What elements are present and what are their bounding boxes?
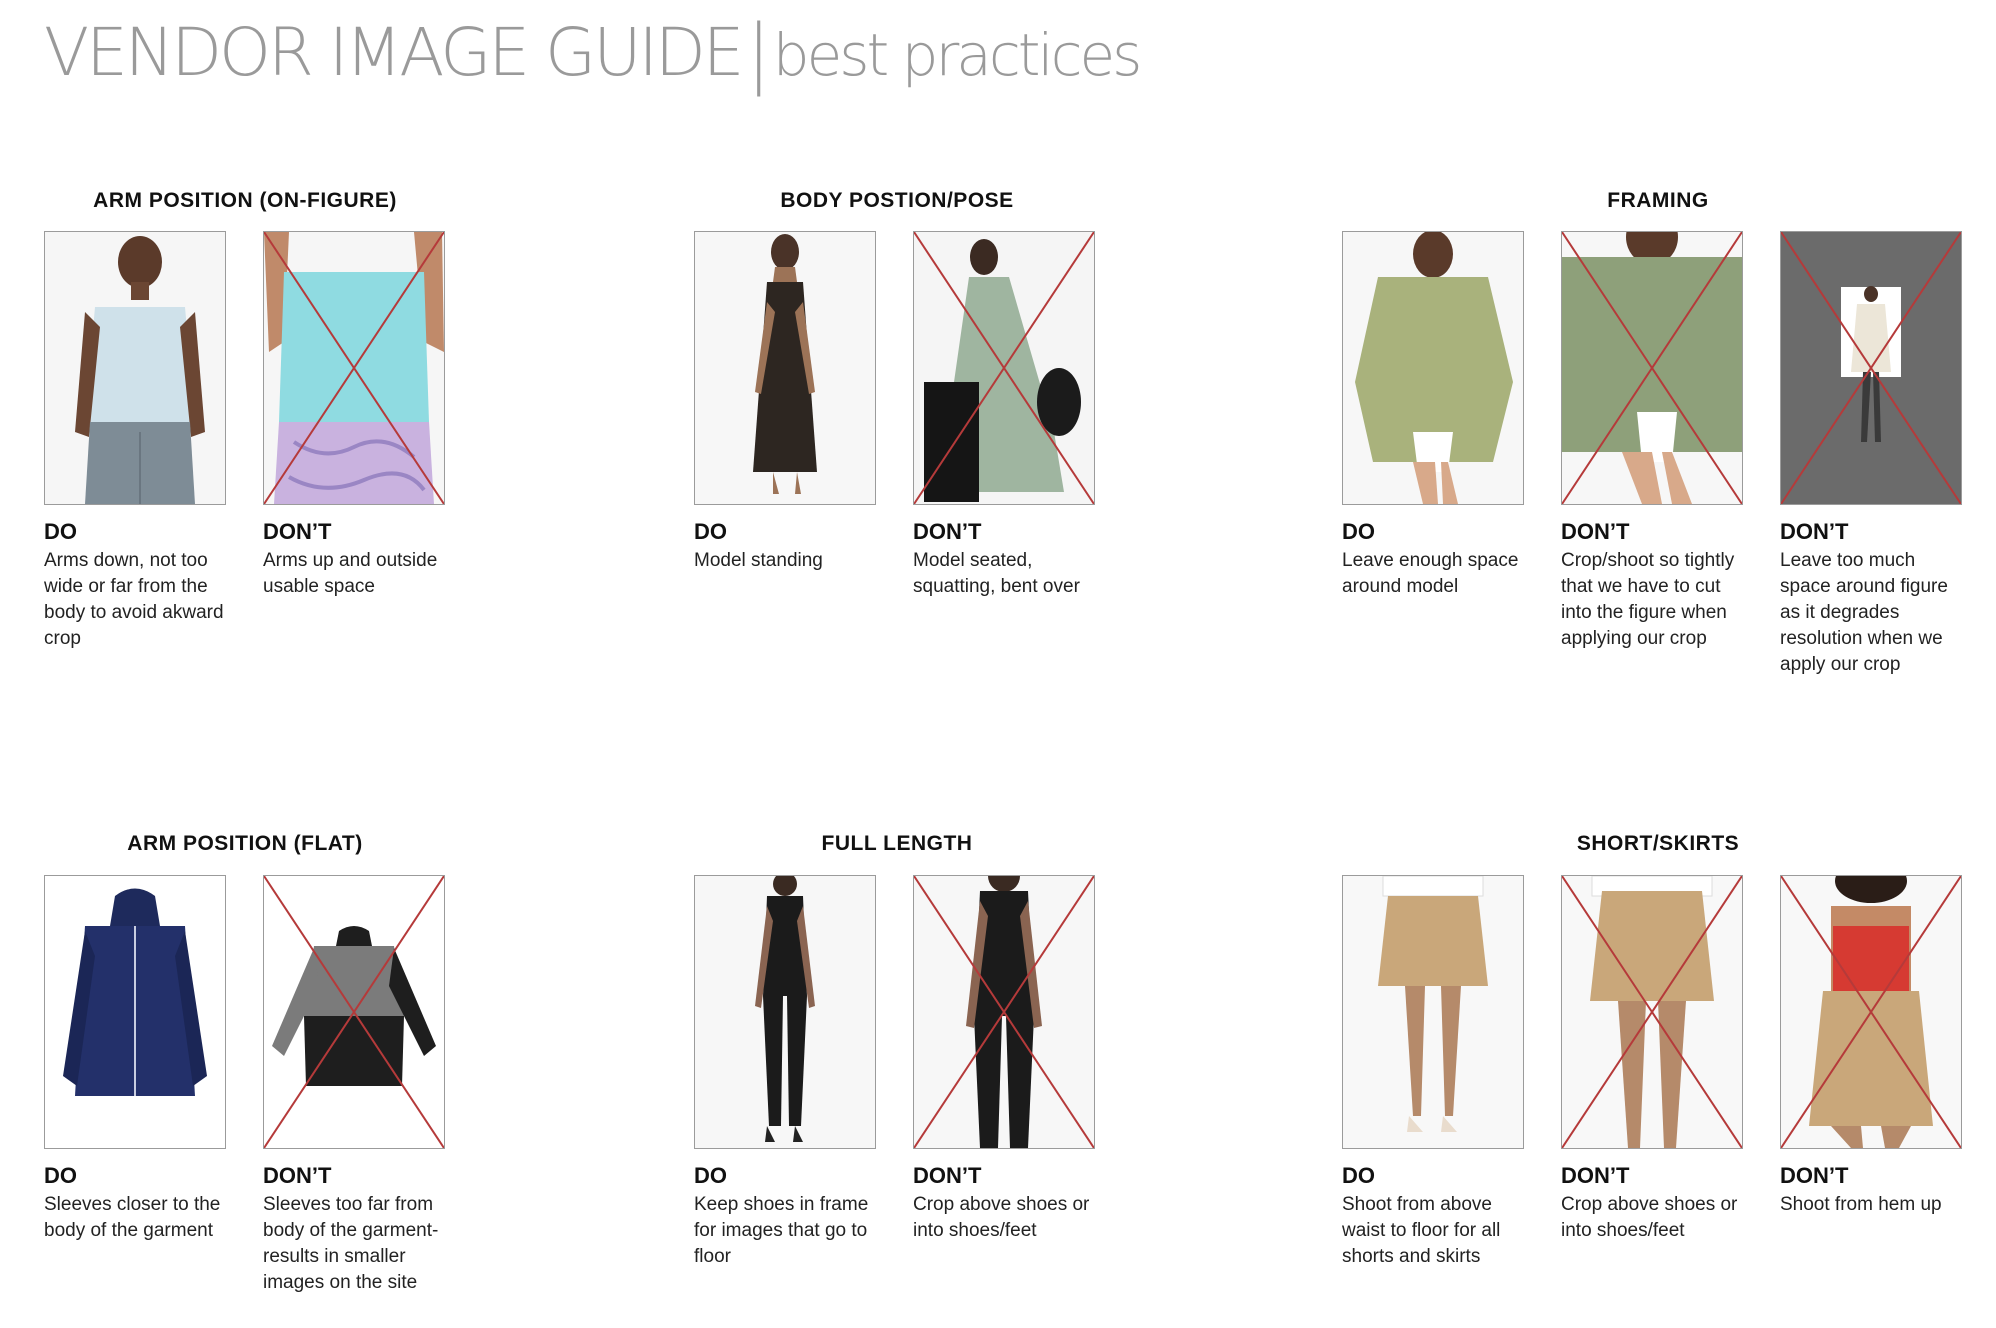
khaki-shorts-cropped-photo [1561,875,1743,1149]
panel-framing-dont-tight: DON’T Crop/shoot so tightly that we have… [1561,231,1743,652]
panel-shorts-do: DO Shoot from above waist to floor for a… [1342,875,1524,1270]
panel-body-pose-do: DO Model standing [694,231,876,574]
verdict-label: DON’T [1780,519,1849,544]
red-x-icon [1562,876,1742,1148]
verdict-label: DON’T [913,519,982,544]
panel-description: Leave too much space around figure as it… [1780,550,1948,675]
red-x-icon [914,876,1094,1148]
panel-description: Sleeves too far from body of the garment… [263,1194,439,1293]
panel-description: Model seated, squatting, bent over [913,550,1080,597]
green-shirt-tight-crop-photo [1561,231,1743,505]
gray-black-jacket-flat-photo [263,875,445,1149]
page-title: VENDOR IMAGE GUIDE| best practices [44,14,1143,91]
green-shirt-framed-illustration [1343,232,1523,504]
page-title-subtitle: best practices [772,21,1143,89]
panel-description: Crop above shoes or into shoes/feet [913,1194,1090,1241]
panel-shorts-dont-crop: DON’T Crop above shoes or into shoes/fee… [1561,875,1743,1244]
verdict-label: DO [1342,519,1375,544]
panel-description: Sleeves closer to the body of the garmen… [44,1194,221,1241]
panel-arm-on-figure-dont: DON’T Arms up and outside usable space [263,231,445,600]
section-title-full-length: FULL LENGTH [821,832,973,855]
panel-arm-flat-dont: DON’T Sleeves too far from body of the g… [263,875,445,1296]
section-title-shorts-skirts: SHORT/SKIRTS [1576,832,1740,855]
verdict-label: DON’T [263,519,332,544]
section-title-body-pose: BODY POSTION/POSE [780,189,1014,212]
verdict-label: DON’T [913,1163,982,1188]
verdict-label: DO [44,1163,77,1188]
small-figure-gray-background-photo [1780,231,1962,505]
panel-description: Arms up and outside usable space [263,550,438,597]
verdict-label: DO [1342,1163,1375,1188]
panel-description: Shoot from hem up [1780,1194,1942,1215]
panel-framing-dont-loose: DON’T Leave too much space around figure… [1780,231,1962,678]
panel-description: Leave enough space around model [1342,550,1519,597]
verdict-label: DON’T [263,1163,332,1188]
black-maxi-dress-standing-photo [694,231,876,505]
black-maxi-dress-illustration [695,232,875,504]
panel-description: Keep shoes in frame for images that go t… [694,1194,869,1267]
panel-full-length-do: DO Keep shoes in frame for images that g… [694,875,876,1270]
panel-arm-on-figure-do: DO Arms down, not too wide or far from t… [44,231,226,652]
panel-full-length-dont: DON’T Crop above shoes or into shoes/fee… [913,875,1095,1244]
panel-framing-do: DO Leave enough space around model [1342,231,1524,600]
black-jumpsuit-full-photo [694,875,876,1149]
black-jumpsuit-cropped-photo [913,875,1095,1149]
panel-description: Crop above shoes or into shoes/feet [1561,1194,1738,1241]
verdict-label: DON’T [1561,1163,1630,1188]
red-x-icon [914,232,1094,504]
green-shirt-framed-photo [1342,231,1524,505]
section-title-arm-flat: ARM POSITION (FLAT) [127,832,363,855]
page-title-main: VENDOR IMAGE GUIDE [44,14,744,91]
red-x-icon [1781,876,1961,1148]
tank-top-arms-down-photo [44,231,226,505]
black-jumpsuit-full-illustration [695,876,875,1148]
verdict-label: DON’T [1561,519,1630,544]
panel-description: Model standing [694,550,823,571]
tank-top-arms-down-illustration [45,232,225,504]
navy-jacket-illustration [45,876,225,1148]
tank-top-arms-up-photo [263,231,445,505]
red-x-icon [264,232,444,504]
red-x-icon [264,876,444,1148]
panel-description: Arms down, not too wide or far from the … [44,550,224,649]
panel-shorts-dont-hem: DON’T Shoot from hem up [1780,875,1962,1218]
green-maxi-dress-seated-photo [913,231,1095,505]
page-title-separator: | [747,8,770,97]
verdict-label: DON’T [1780,1163,1849,1188]
khaki-shorts-full-illustration [1343,876,1523,1148]
navy-jacket-flat-photo [44,875,226,1149]
verdict-label: DO [44,519,77,544]
section-title-arm-on-figure: ARM POSITION (ON-FIGURE) [93,189,397,212]
red-x-icon [1781,232,1961,504]
red-x-icon [1562,232,1742,504]
verdict-label: DO [694,1163,727,1188]
khaki-shorts-full-photo [1342,875,1524,1149]
panel-body-pose-dont: DON’T Model seated, squatting, bent over [913,231,1095,600]
panel-description: Crop/shoot so tightly that we have to cu… [1561,550,1735,649]
section-title-framing: FRAMING [1607,189,1709,212]
verdict-label: DO [694,519,727,544]
khaki-shorts-red-top-photo [1780,875,1962,1149]
panel-arm-flat-do: DO Sleeves closer to the body of the gar… [44,875,226,1244]
panel-description: Shoot from above waist to floor for all … [1342,1194,1501,1267]
